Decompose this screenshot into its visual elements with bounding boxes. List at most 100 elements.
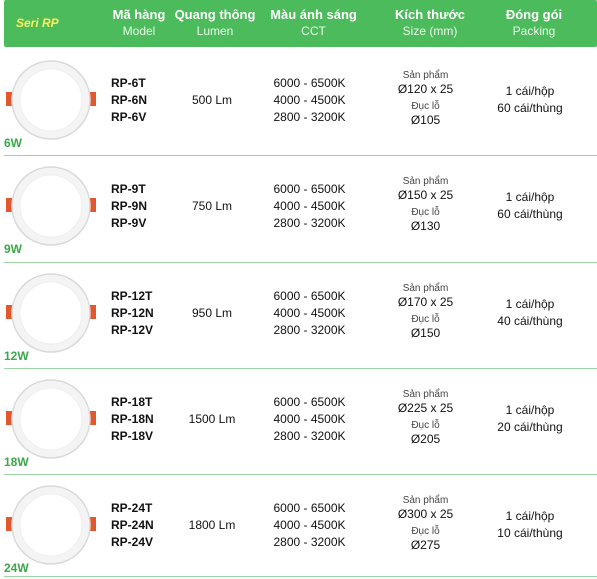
- col-lumen-en: Lumen: [196, 24, 234, 38]
- cct-value: 2800 - 3200K: [273, 216, 346, 230]
- packing-line: 20 cái/thùng: [497, 420, 563, 434]
- cct-value: 4000 - 4500K: [273, 199, 346, 213]
- cct-value: 2800 - 3200K: [273, 535, 346, 549]
- cct-value: 4000 - 4500K: [273, 518, 346, 532]
- packing-info: 1 cái/hộp 20 cái/thùng: [480, 402, 580, 436]
- cutout-size: Ø275: [410, 538, 441, 552]
- cct-values: 6000 - 6500K 4000 - 4500K 2800 - 3200K: [262, 288, 357, 339]
- lumen-value: 950 Lm: [191, 306, 233, 320]
- col-pack-en: Packing: [512, 24, 556, 38]
- size-info: Sản phẩm Ø170 x 25 Đục lỗ Ø150: [378, 283, 473, 345]
- col-cct-vi: Màu ánh sáng: [270, 7, 357, 22]
- packing-line: 40 cái/thùng: [497, 314, 563, 328]
- product-label: Sản phẩm: [402, 70, 449, 81]
- cct-values: 6000 - 6500K 4000 - 4500K 2800 - 3200K: [262, 181, 357, 232]
- product-size: Ø150 x 25: [397, 188, 454, 202]
- cutout-label: Đục lỗ: [411, 101, 440, 112]
- model-code: RP-24T: [111, 501, 153, 515]
- model-code: RP-12N: [111, 306, 154, 320]
- cct-values: 6000 - 6500K 4000 - 4500K 2800 - 3200K: [262, 500, 357, 551]
- model-code: RP-9N: [111, 199, 148, 213]
- model-code: RP-6T: [111, 76, 146, 90]
- model-codes: RP-18T RP-18N RP-18V: [111, 394, 154, 445]
- col-size-en: Size (mm): [402, 24, 458, 38]
- cutout-size: Ø105: [410, 113, 441, 127]
- model-codes: RP-24T RP-24N RP-24V: [111, 500, 154, 551]
- packing-line: 1 cái/hộp: [505, 403, 555, 417]
- col-model-en: Model: [122, 24, 156, 38]
- packing-info: 1 cái/hộp 40 cái/thùng: [480, 296, 580, 330]
- wattage-label: 9W: [4, 242, 22, 256]
- packing-line: 10 cái/thùng: [497, 526, 563, 540]
- model-codes: RP-9T RP-9N RP-9V: [111, 181, 147, 232]
- product-size: Ø170 x 25: [397, 295, 454, 309]
- product-label: Sản phẩm: [402, 283, 449, 294]
- model-code: RP-24V: [111, 535, 154, 549]
- col-cct-en: CCT: [301, 24, 326, 38]
- model-code: RP-6V: [111, 110, 147, 124]
- packing-line: 60 cái/thùng: [497, 207, 563, 221]
- spec-table: Seri RP Mã hàng Model Quang thông Lumen …: [0, 0, 597, 578]
- wattage-label: 12W: [4, 349, 29, 363]
- col-lumen: Quang thông Lumen: [171, 7, 259, 39]
- model-code: RP-18N: [111, 412, 154, 426]
- size-info: Sản phẩm Ø150 x 25 Đục lỗ Ø130: [378, 176, 473, 238]
- col-size: Kích thước Size (mm): [380, 7, 480, 39]
- product-label: Sản phẩm: [402, 389, 449, 400]
- cct-value: 2800 - 3200K: [273, 429, 346, 443]
- table-header: Seri RP Mã hàng Model Quang thông Lumen …: [4, 0, 597, 47]
- product-size: Ø300 x 25: [397, 507, 454, 521]
- round-led-panel-light-icon: [6, 379, 96, 459]
- table-row: 12W RP-12T RP-12N RP-12V 950 Lm 6000 - 6…: [0, 263, 597, 367]
- model-codes: RP-12T RP-12N RP-12V: [111, 288, 154, 339]
- size-info: Sản phẩm Ø225 x 25 Đục lỗ Ø205: [378, 389, 473, 451]
- col-size-vi: Kích thước: [395, 7, 465, 22]
- size-info: Sản phẩm Ø120 x 25 Đục lỗ Ø105: [378, 70, 473, 132]
- packing-line: 60 cái/thùng: [497, 101, 563, 115]
- cct-value: 6000 - 6500K: [273, 501, 346, 515]
- cutout-size: Ø150: [410, 326, 441, 340]
- product-label: Sản phẩm: [402, 495, 449, 506]
- lumen-value: 1800 Lm: [188, 518, 236, 532]
- cct-value: 4000 - 4500K: [273, 306, 346, 320]
- cct-values: 6000 - 6500K 4000 - 4500K 2800 - 3200K: [262, 394, 357, 445]
- cct-value: 4000 - 4500K: [273, 93, 346, 107]
- cct-value: 2800 - 3200K: [273, 323, 346, 337]
- packing-line: 1 cái/hộp: [505, 509, 555, 523]
- col-pack: Đóng gói Packing: [484, 7, 584, 39]
- model-code: RP-24N: [111, 518, 154, 532]
- wattage-label: 18W: [4, 455, 29, 469]
- packing-line: 1 cái/hộp: [505, 84, 555, 98]
- cutout-size: Ø130: [410, 219, 441, 233]
- cct-value: 6000 - 6500K: [273, 182, 346, 196]
- model-code: RP-9V: [111, 216, 147, 230]
- col-model-vi: Mã hàng: [112, 7, 166, 22]
- cct-value: 4000 - 4500K: [273, 412, 346, 426]
- cutout-label: Đục lỗ: [411, 526, 440, 537]
- cutout-label: Đục lỗ: [411, 314, 440, 325]
- cct-value: 6000 - 6500K: [273, 76, 346, 90]
- packing-info: 1 cái/hộp 60 cái/thùng: [480, 83, 580, 117]
- col-model: Mã hàng Model: [104, 7, 174, 39]
- product-size: Ø225 x 25: [397, 401, 454, 415]
- table-row: 24W RP-24T RP-24N RP-24V 1800 Lm 6000 - …: [0, 475, 597, 579]
- size-info: Sản phẩm Ø300 x 25 Đục lỗ Ø275: [378, 495, 473, 557]
- lumen-value: 1500 Lm: [188, 412, 236, 426]
- model-code: RP-12T: [111, 289, 153, 303]
- round-led-panel-light-icon: [6, 60, 96, 140]
- product-size: Ø120 x 25: [397, 82, 454, 96]
- col-cct: Màu ánh sáng CCT: [262, 7, 365, 39]
- model-code: RP-18T: [111, 395, 153, 409]
- packing-line: 1 cái/hộp: [505, 190, 555, 204]
- cct-values: 6000 - 6500K 4000 - 4500K 2800 - 3200K: [262, 75, 357, 126]
- lumen-value: 750 Lm: [191, 199, 233, 213]
- lumen-value: 500 Lm: [191, 93, 233, 107]
- table-row: 9W RP-9T RP-9N RP-9V 750 Lm 6000 - 6500K…: [0, 156, 597, 260]
- wattage-label: 24W: [4, 561, 29, 575]
- cutout-size: Ø205: [410, 432, 441, 446]
- cct-value: 6000 - 6500K: [273, 395, 346, 409]
- series-label: Seri RP: [16, 16, 59, 30]
- packing-info: 1 cái/hộp 60 cái/thùng: [480, 189, 580, 223]
- model-codes: RP-6T RP-6N RP-6V: [111, 75, 147, 126]
- packing-info: 1 cái/hộp 10 cái/thùng: [480, 508, 580, 542]
